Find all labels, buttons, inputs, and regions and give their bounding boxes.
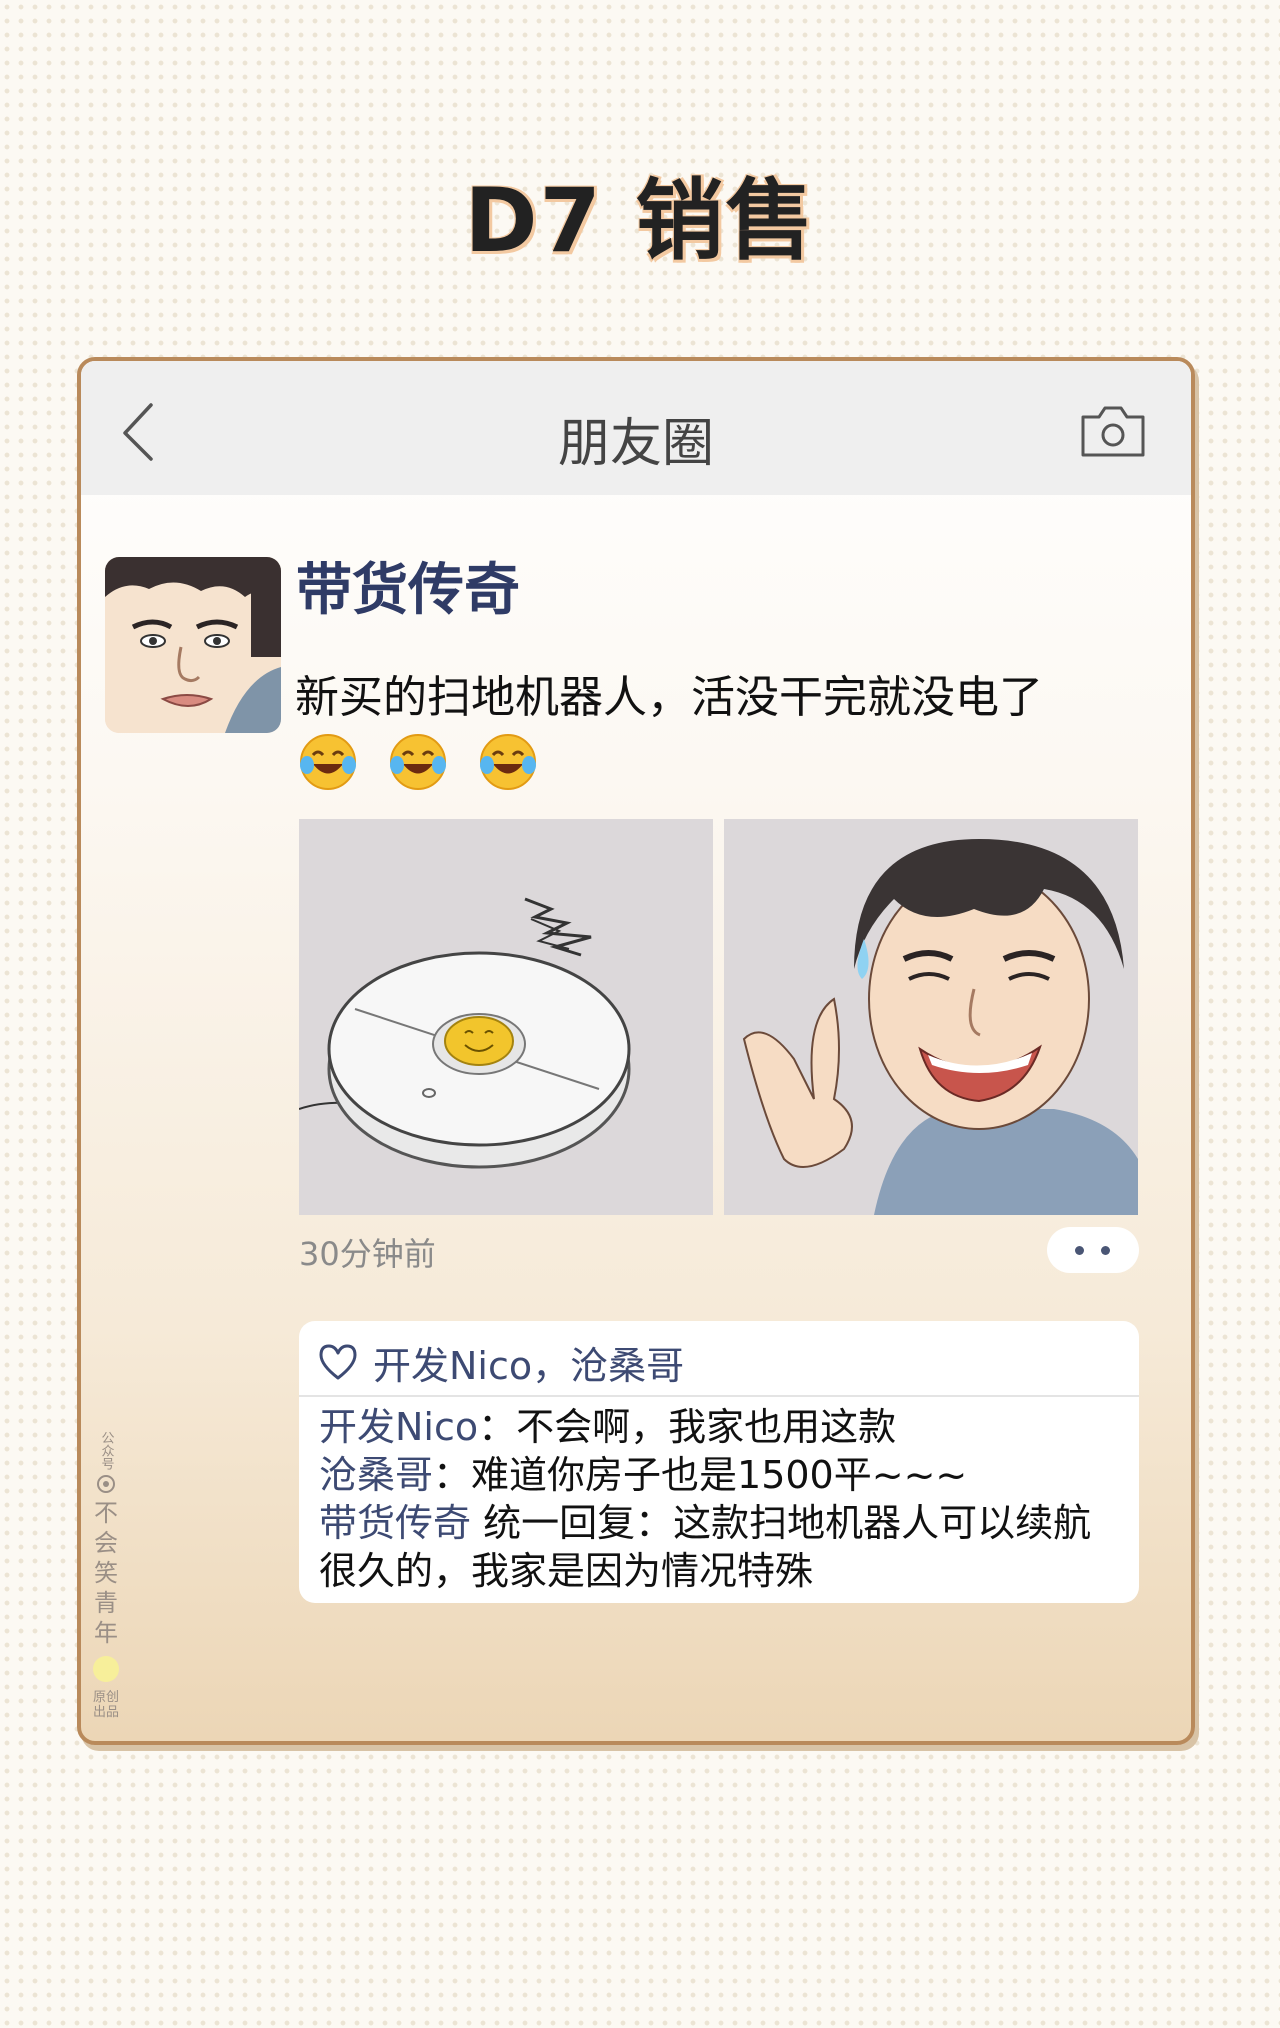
- post-timestamp: 30分钟前: [299, 1235, 436, 1273]
- page-title: D7 销售: [464, 169, 816, 272]
- post-photo-robot-vacuum[interactable]: [299, 819, 713, 1215]
- watermark-bottom: 原创出品: [92, 1690, 119, 1720]
- likes-names[interactable]: 开发Nico，沧桑哥: [373, 1335, 684, 1390]
- more-actions-button[interactable]: [1047, 1227, 1139, 1273]
- comment-text: 不会啊，我家也用这款: [516, 1405, 897, 1449]
- watermark-char: 年: [94, 1619, 118, 1647]
- nav-bar: 朋友圈: [81, 361, 1191, 495]
- commenter-name[interactable]: 带货传奇: [319, 1501, 471, 1545]
- comment-separator: [471, 1501, 483, 1545]
- comment-continuation[interactable]: 很久的，我家是因为情况特殊: [319, 1547, 813, 1595]
- watermark: 公众号 不 会 笑 青 年 原创出品: [86, 1431, 126, 1720]
- dot-icon: [1101, 1246, 1110, 1255]
- comment[interactable]: 开发Nico：不会啊，我家也用这款: [319, 1403, 896, 1451]
- tears-of-joy-emoji: [390, 734, 446, 790]
- divider: [299, 1395, 1139, 1397]
- likes-comments-box: 开发Nico，沧桑哥 开发Nico：不会啊，我家也用这款 沧桑哥：难道你房子也是…: [299, 1321, 1139, 1603]
- comment[interactable]: 沧桑哥：难道你房子也是1500平~~~: [319, 1451, 967, 1499]
- watermark-char: 不: [94, 1499, 118, 1527]
- comment-separator: ：: [478, 1405, 517, 1449]
- nav-title: 朋友圈: [557, 414, 714, 474]
- avatar[interactable]: [105, 557, 281, 733]
- heart-outline-icon: [319, 1344, 357, 1380]
- likes-row: 开发Nico，沧桑哥: [317, 1331, 1117, 1390]
- watermark-char: 笑: [94, 1559, 118, 1587]
- comment-separator: ：: [433, 1453, 472, 1497]
- camera-button[interactable]: [1079, 403, 1147, 459]
- comment-text: 统一回复：这款扫地机器人可以续航: [483, 1501, 1092, 1545]
- tears-of-joy-emoji: [300, 734, 356, 790]
- camera-icon: [1081, 406, 1145, 457]
- watermark-char: 青: [94, 1589, 118, 1617]
- comment-text: 难道你房子也是1500平~~~: [471, 1453, 968, 1497]
- post-photo-smiling-man[interactable]: [724, 819, 1138, 1215]
- moments-card: 朋友圈 带货传奇 新买的扫地机器人，活没干完就没电了 30分钟前 开发Nico，…: [77, 357, 1195, 1745]
- watermark-char: 会: [94, 1529, 118, 1557]
- poster-name[interactable]: 带货传奇: [296, 545, 520, 626]
- dot-icon: [1075, 1246, 1084, 1255]
- commenter-name[interactable]: 沧桑哥: [319, 1453, 433, 1497]
- weixin-icon: [97, 1475, 115, 1493]
- comment-text: 很久的，我家是因为情况特殊: [319, 1549, 814, 1593]
- comment[interactable]: 带货传奇 统一回复：这款扫地机器人可以续航: [319, 1499, 1091, 1547]
- smiley-logo-icon: [93, 1656, 119, 1682]
- commenter-name[interactable]: 开发Nico: [319, 1405, 478, 1449]
- watermark-top: 公众号: [98, 1431, 114, 1470]
- tears-of-joy-emoji: [480, 734, 536, 790]
- post-text: 新买的扫地机器人，活没干完就没电了: [295, 672, 1043, 723]
